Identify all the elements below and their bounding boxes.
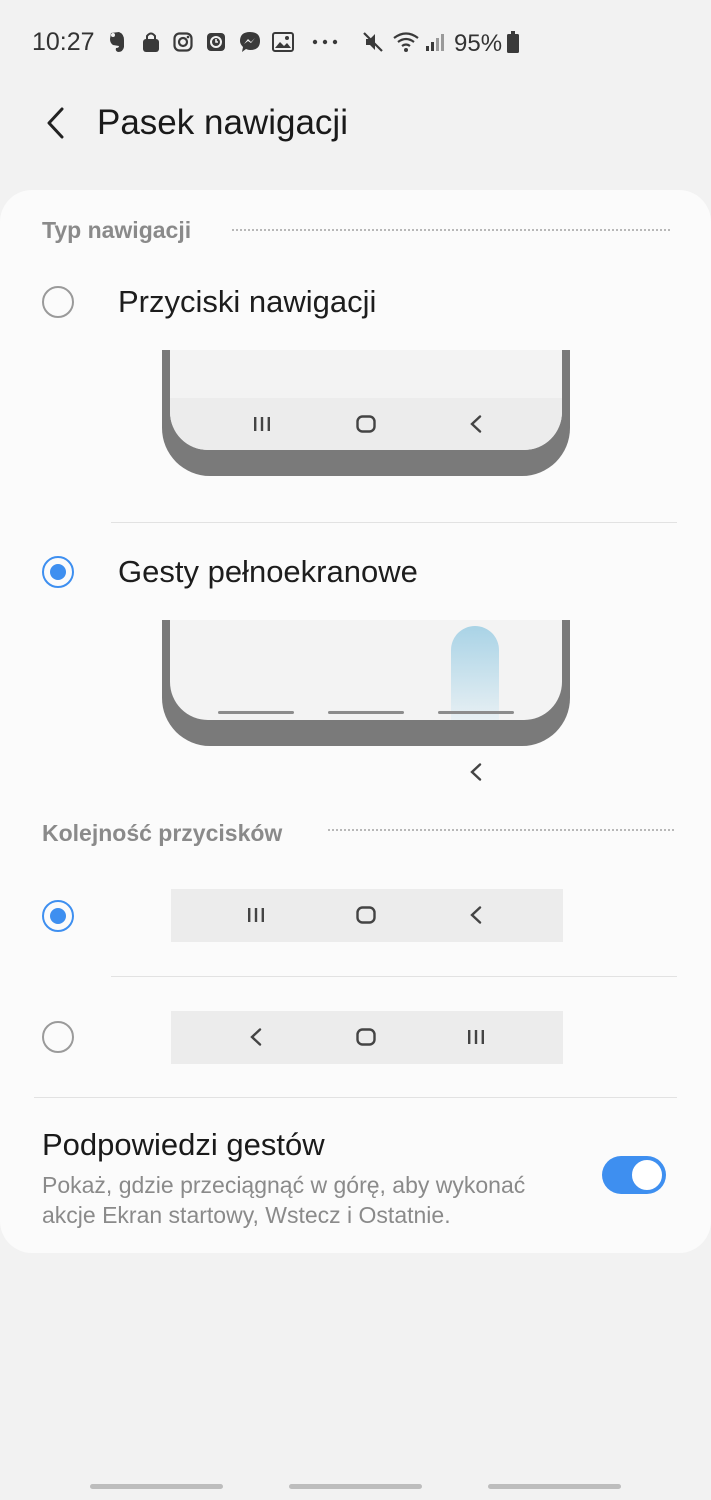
recents-icon (242, 901, 270, 929)
gesture-hints-title[interactable]: Podpowiedzi gestów (42, 1127, 325, 1163)
instagram-icon (172, 30, 194, 54)
radio-order-back-home-recents[interactable] (42, 1021, 74, 1053)
battery-percent: 95% (454, 30, 503, 57)
option-divider (111, 522, 677, 523)
swipe-up-highlight (451, 626, 499, 720)
option-label-navigation-buttons[interactable]: Przyciski nawigacji (118, 284, 376, 320)
section-divider-line (34, 1097, 677, 1098)
gesture-hints-toggle[interactable] (602, 1156, 666, 1194)
page-title: Pasek nawigacji (97, 103, 348, 142)
home-icon (352, 1023, 380, 1051)
option-divider (111, 976, 677, 977)
signal-icon (424, 30, 446, 54)
back-icon (242, 1023, 270, 1051)
section-title-navigation-type: Typ nawigacji (42, 217, 192, 243)
navbar-preview (170, 398, 562, 450)
home-icon (352, 901, 380, 929)
section-title-button-order: Kolejność przycisków (42, 820, 283, 846)
system-gesture-line[interactable] (488, 1484, 621, 1489)
more-dots-icon (312, 30, 338, 54)
battery-icon (506, 30, 520, 54)
back-button[interactable] (36, 100, 76, 146)
home-icon (352, 410, 380, 438)
mute-icon (362, 30, 384, 54)
section-divider (232, 229, 670, 231)
order-preview-back-home-recents[interactable] (171, 1011, 563, 1064)
fullscreen-gestures-illustration[interactable] (162, 620, 570, 746)
option-label-fullscreen-gestures[interactable]: Gesty pełnoekranowe (118, 554, 418, 590)
recents-icon (462, 1023, 490, 1051)
radio-fullscreen-gestures[interactable] (42, 556, 74, 588)
back-icon (462, 901, 490, 929)
chevron-left-icon (47, 107, 64, 139)
order-preview-recents-home-back[interactable] (171, 889, 563, 942)
evernote-icon (106, 30, 128, 54)
gesture-line (438, 711, 514, 714)
radio-navigation-buttons[interactable] (42, 286, 74, 318)
system-gesture-line[interactable] (289, 1484, 422, 1489)
radio-order-recents-home-back[interactable] (42, 900, 74, 932)
gesture-line (328, 711, 404, 714)
wifi-icon (393, 30, 419, 54)
recents-icon (248, 410, 276, 438)
gesture-hints-description: Pokaż, gdzie przeciągnąć w górę, aby wyk… (42, 1172, 526, 1228)
status-time: 10:27 (32, 28, 95, 56)
navigation-buttons-illustration[interactable] (162, 350, 570, 476)
back-icon (462, 410, 490, 438)
shopping-bag-icon (140, 30, 162, 54)
gesture-line (218, 711, 294, 714)
back-gesture-hint-icon (462, 758, 490, 786)
system-gesture-line[interactable] (90, 1484, 223, 1489)
clock-app-icon (205, 30, 227, 54)
section-divider (328, 829, 674, 831)
messenger-icon (238, 30, 262, 54)
gallery-icon (271, 30, 295, 54)
